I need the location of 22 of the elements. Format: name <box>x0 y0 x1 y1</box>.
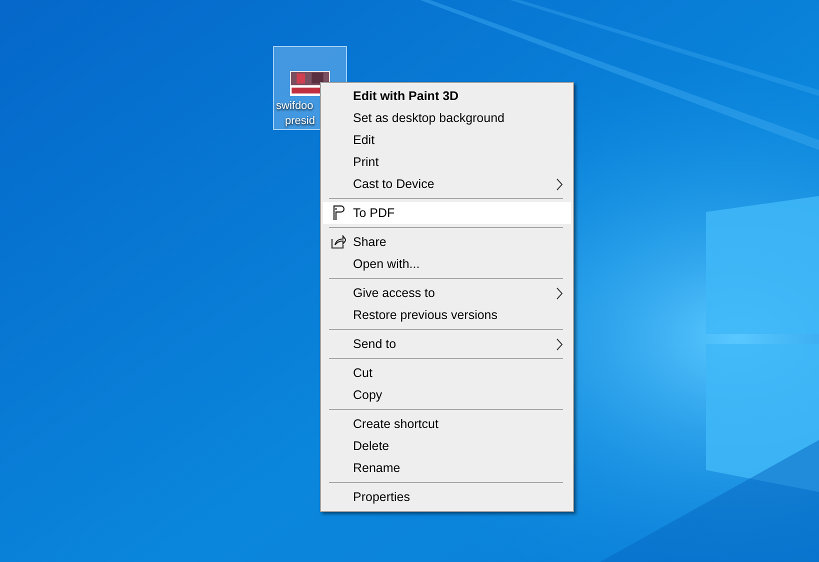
file-name: presid <box>284 114 315 129</box>
menu-item[interactable]: Edit <box>323 129 571 151</box>
menu-item[interactable]: Give access to <box>323 282 571 304</box>
menu-item[interactable]: To PDF <box>323 202 571 224</box>
menu-item[interactable]: Cut <box>323 362 571 384</box>
menu-item[interactable]: Copy <box>323 384 571 406</box>
menu-item[interactable]: Cast to Device <box>323 173 571 195</box>
chevron-right-icon <box>556 178 563 190</box>
document-icon <box>332 205 344 221</box>
menu-item[interactable]: Send to <box>323 333 571 355</box>
share-icon <box>330 235 346 249</box>
menu-item[interactable]: Open with... <box>323 253 571 275</box>
menu-item[interactable]: Restore previous versions <box>323 304 571 326</box>
menu-item[interactable]: Properties <box>323 486 571 508</box>
file-name: swifdoo <box>276 99 314 114</box>
chevron-right-icon <box>556 286 563 300</box>
menu-item[interactable]: Rename <box>323 457 571 479</box>
menu-item[interactable]: Create shortcut <box>323 413 571 435</box>
menu-item[interactable]: Delete <box>323 435 571 457</box>
chevron-right-icon <box>556 338 563 350</box>
menu-item[interactable]: Print <box>323 151 571 173</box>
menu-item[interactable]: Share <box>323 231 571 253</box>
